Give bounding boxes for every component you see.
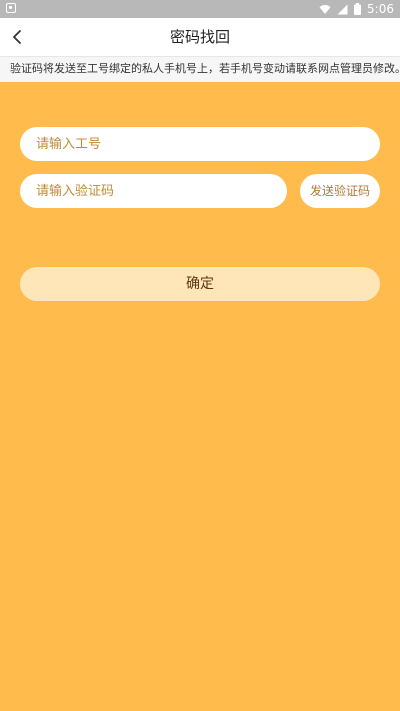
status-icons: 5:06	[319, 1, 394, 17]
verification-code-input[interactable]	[20, 174, 287, 208]
confirm-button[interactable]: 确定	[20, 267, 380, 301]
page-title: 密码找回	[169, 28, 230, 46]
send-code-button[interactable]: 发送验证码	[300, 174, 380, 208]
nav-bar: 密码找回	[0, 18, 400, 56]
wifi-icon	[319, 3, 331, 15]
notice-text: 验证码将发送至工号绑定的私人手机号上，若手机号变动请联系网点管理员修改。	[0, 56, 400, 82]
employee-id-input[interactable]	[20, 127, 380, 161]
status-bar: 5:06	[0, 0, 400, 18]
battery-icon	[354, 3, 362, 15]
notification-icon	[6, 3, 16, 13]
status-time: 5:06	[367, 2, 394, 16]
signal-icon	[337, 4, 348, 15]
